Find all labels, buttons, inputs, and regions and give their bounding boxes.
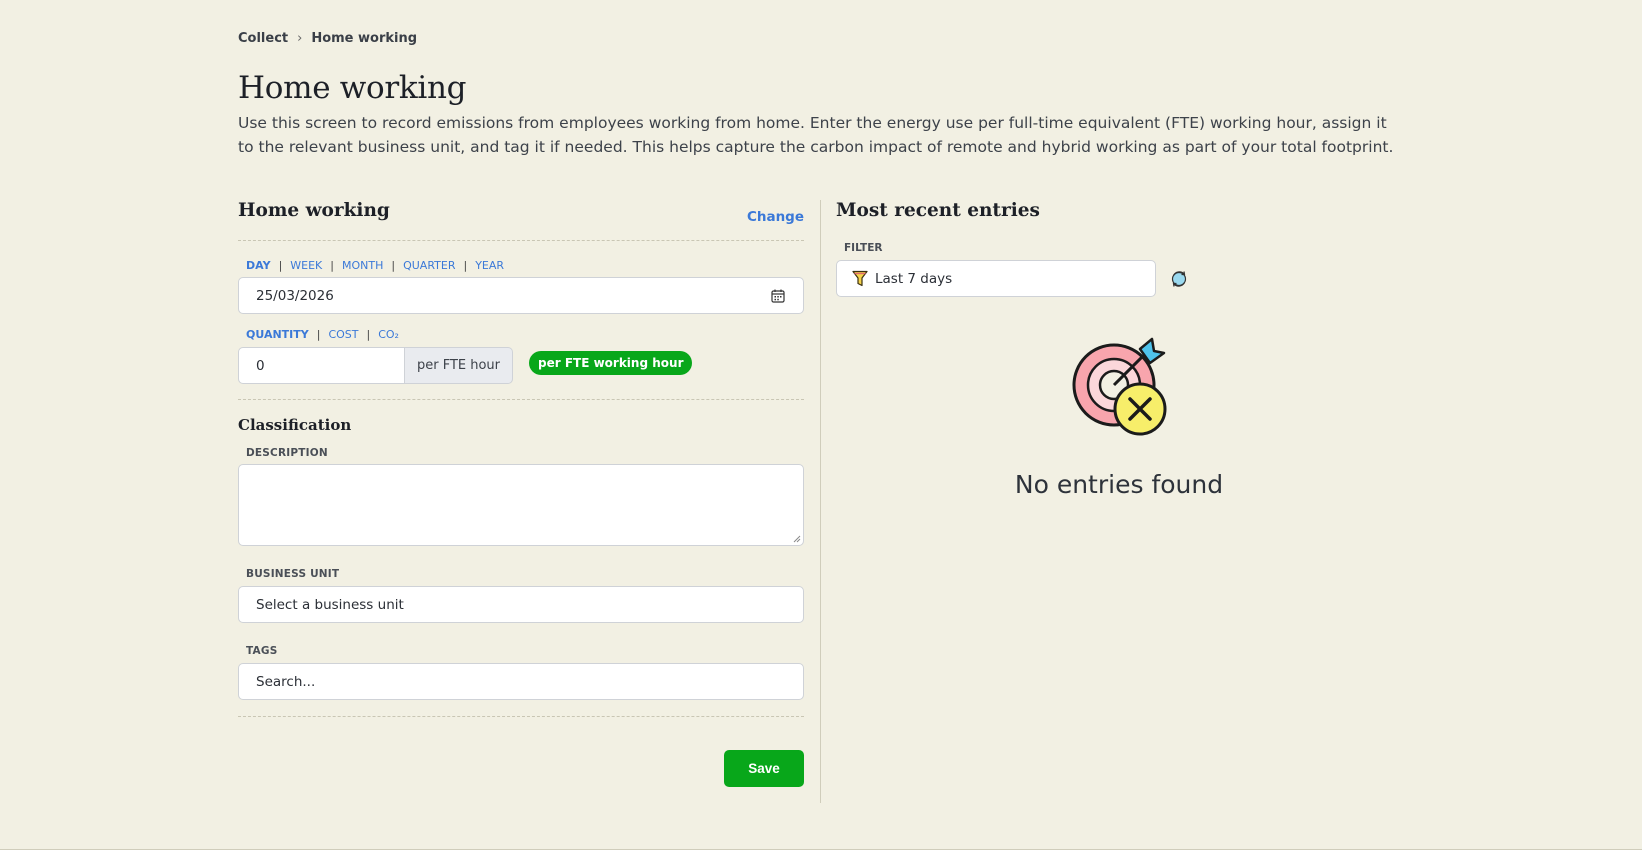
column-divider [820,200,821,803]
page-title: Home working [238,70,467,106]
filter-value: Last 7 days [875,270,953,287]
tab-month[interactable]: MONTH [342,259,383,272]
quantity-group: 0 per FTE hour [238,347,513,384]
quantity-input[interactable]: 0 [238,347,405,384]
empty-state-text: No entries found [1014,470,1224,499]
refresh-icon[interactable] [1169,269,1189,289]
description-label: DESCRIPTION [246,447,328,459]
filter-select[interactable]: Last 7 days [836,260,1156,297]
quantity-unit: per FTE hour [405,347,513,384]
divider [238,240,804,241]
tab-cost[interactable]: COST [328,328,358,341]
divider [238,716,804,717]
filter-label: FILTER [844,242,883,254]
tab-co2[interactable]: CO₂ [378,328,399,341]
breadcrumb-current: Home working [311,31,418,46]
recent-title: Most recent entries [836,200,1040,221]
tags-search-input[interactable]: Search... [238,663,804,700]
period-tabs: DAY | WEEK | MONTH | QUARTER | YEAR [246,259,505,272]
calendar-icon[interactable] [771,289,785,303]
date-field[interactable]: 25/03/2026 [238,277,804,314]
divider [238,399,804,400]
resize-handle-icon[interactable] [793,535,801,543]
entry-form: Home working Change DAY | WEEK | MONTH |… [238,200,804,787]
save-button[interactable]: Save [724,750,804,787]
chevron-right-icon: › [297,31,303,46]
recent-entries-panel: Most recent entries FILTER Last 7 days N… [836,200,1406,499]
change-link[interactable]: Change [747,209,804,225]
breadcrumb: Collect › Home working [238,31,417,46]
tags-label: TAGS [246,645,278,657]
funnel-icon [852,270,868,288]
tab-day[interactable]: DAY [246,259,271,272]
unit-badge: per FTE working hour [529,351,693,375]
page-description: Use this screen to record emissions from… [238,114,1394,156]
quantity-tabs: QUANTITY | COST | CO₂ [246,328,399,341]
target-miss-illustration [1072,337,1167,436]
tab-year[interactable]: YEAR [475,259,504,272]
business-unit-label: BUSINESS UNIT [246,568,340,580]
date-value: 25/03/2026 [256,287,334,304]
business-unit-select[interactable]: Select a business unit [238,586,804,623]
tab-quantity[interactable]: QUANTITY [246,328,309,341]
tab-week[interactable]: WEEK [290,259,322,272]
description-textarea[interactable] [238,464,804,546]
classification-title: Classification [238,416,352,434]
form-title: Home working [238,200,390,221]
breadcrumb-collect[interactable]: Collect [238,31,288,46]
tab-quarter[interactable]: QUARTER [403,259,455,272]
